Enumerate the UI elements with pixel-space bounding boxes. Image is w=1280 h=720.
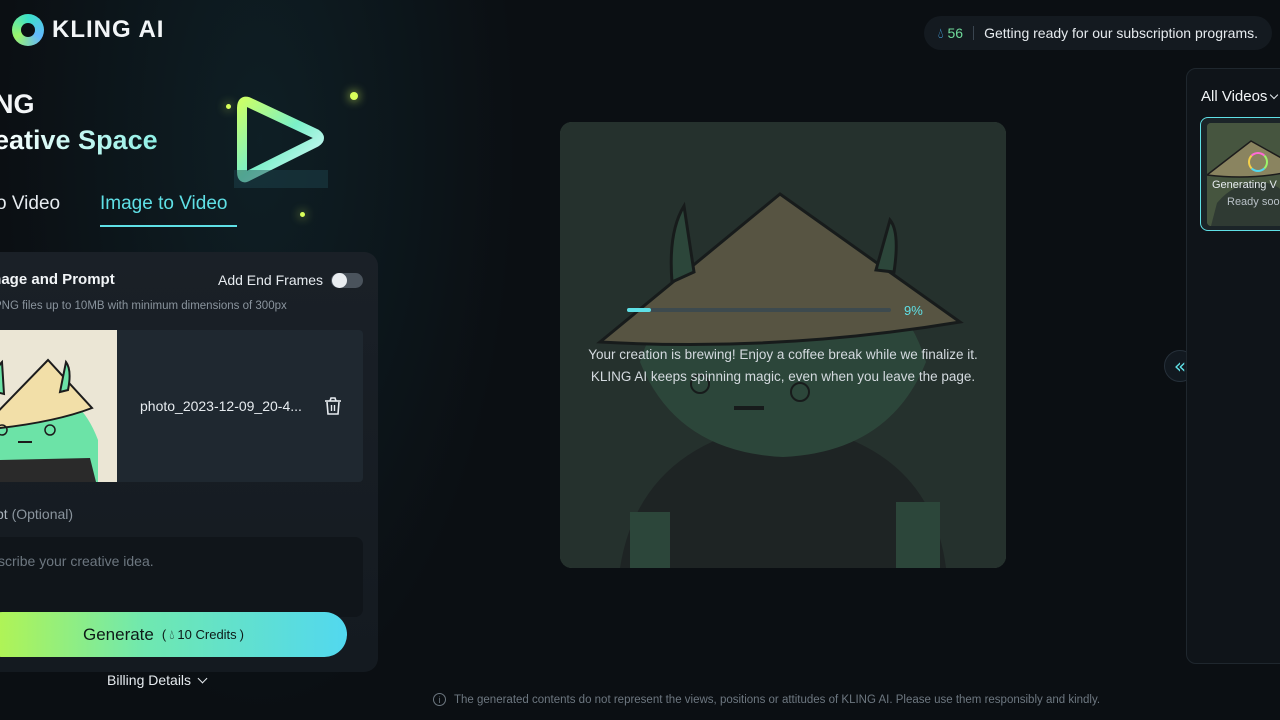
generate-button[interactable]: Generate ( 💧︎ 10 Credits )	[0, 612, 347, 657]
kling-logo-icon	[12, 14, 44, 46]
generation-message-line1: Your creation is brewing! Enjoy a coffee…	[588, 347, 978, 362]
upload-hint: PNG files up to 10MB with minimum dimens…	[0, 300, 287, 312]
all-videos-filter[interactable]: All Videos	[1201, 88, 1279, 105]
prompt-input[interactable]	[0, 537, 363, 617]
footer-disclaimer: i The generated contents do not represen…	[433, 693, 1100, 706]
progress-fill	[627, 308, 651, 312]
divider	[973, 26, 975, 40]
credits-pill[interactable]: 💧︎ 56 Getting ready for our subscription…	[923, 16, 1272, 50]
chevron-down-icon	[197, 673, 208, 683]
generate-label: Generate	[82, 624, 154, 644]
video-card[interactable]	[1200, 117, 1280, 231]
active-tab-indicator	[100, 225, 237, 227]
paren-close: )	[239, 627, 245, 642]
sparkle	[350, 92, 358, 100]
prompt-optional: (Optional)	[11, 506, 74, 522]
hero-title-line2: eative Space	[0, 122, 158, 158]
video-card-thumbnail	[1207, 123, 1280, 226]
uploaded-file-name: photo_2023-12-09_20-4...	[140, 398, 302, 414]
hero-title-line1: NG	[0, 89, 35, 119]
progress-percent: 9%	[904, 303, 923, 318]
credit-count: 56	[947, 25, 964, 41]
sparkle	[300, 212, 305, 217]
flame-icon: 💧︎	[937, 24, 944, 41]
trash-icon[interactable]	[324, 396, 342, 416]
play-logo-icon	[234, 96, 328, 188]
info-icon: i	[433, 693, 446, 706]
tab-text-to-video[interactable]: o Video	[0, 193, 60, 215]
sparkle	[226, 104, 231, 109]
all-videos-label: All Videos	[1201, 88, 1268, 105]
tab-image-to-video[interactable]: Image to Video	[100, 193, 227, 215]
hero-title: NG eative Space	[0, 86, 158, 158]
generate-credits-value: 10 Credits	[177, 627, 237, 642]
loading-spinner-icon	[1248, 152, 1268, 172]
chevron-down-icon	[1270, 90, 1279, 99]
paren-open: (	[161, 627, 167, 642]
video-card-substatus: Ready soo	[1227, 196, 1280, 208]
generation-message-line2: KLING AI keeps spinning magic, even when…	[590, 369, 976, 384]
billing-label: Billing Details	[107, 672, 192, 688]
uploaded-image-thumbnail	[0, 330, 117, 482]
credit-balance: 💧︎ 56	[938, 25, 963, 42]
prompt-label: pt (Optional)	[0, 506, 73, 522]
section-title: mage and Prompt	[0, 271, 115, 288]
generation-message: Your creation is brewing! Enjoy a coffee…	[560, 344, 1006, 388]
video-card-status: Generating V	[1212, 179, 1277, 191]
prompt-label-text: pt	[0, 506, 8, 522]
generation-progress-bar	[627, 308, 891, 312]
billing-details-toggle[interactable]: Billing Details	[107, 672, 208, 688]
end-frames-label: Add End Frames	[218, 272, 324, 288]
brand-name: KLING AI	[52, 16, 165, 43]
end-frames-toggle[interactable]	[331, 273, 363, 288]
subscription-message: Getting ready for our subscription progr…	[984, 25, 1258, 41]
flame-icon: 💧︎	[169, 626, 175, 642]
brand-logo[interactable]: KLING AI	[12, 14, 164, 46]
disclaimer-text: The generated contents do not represent …	[454, 693, 1101, 706]
toggle-knob	[332, 273, 347, 288]
generate-credits: ( 💧︎ 10 Credits )	[162, 627, 244, 643]
